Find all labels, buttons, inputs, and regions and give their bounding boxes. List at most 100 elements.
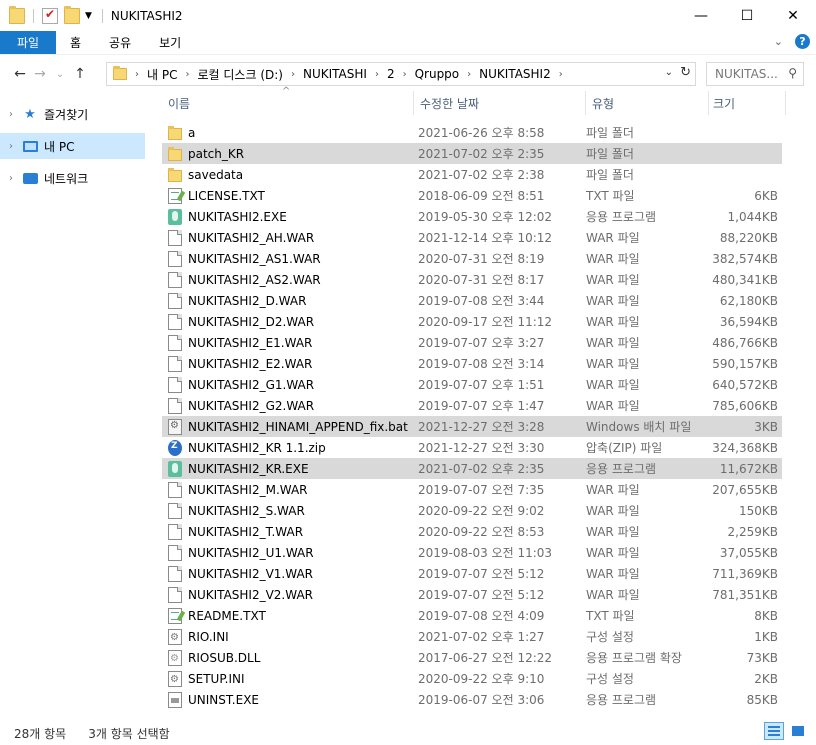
breadcrumb-item[interactable]: 로컬 디스크 (D:) <box>197 66 282 83</box>
close-button[interactable]: ✕ <box>770 0 816 31</box>
file-row[interactable]: NUKITASHI2_HINAMI_APPEND_fix.bat 2021-12-… <box>162 416 782 437</box>
file-row[interactable]: NUKITASHI2_G1.WAR 2019-07-07 오후 1:51 WAR 파… <box>162 374 782 395</box>
file-list: a 2021-06-26 오후 8:58 파일 폴더 patch_KR 2021-07-… <box>162 122 782 710</box>
chevron-right-icon[interactable]: › <box>403 69 407 80</box>
file-row[interactable]: NUKITASHI2_D.WAR 2019-07-08 오전 3:44 WAR 파일… <box>162 290 782 311</box>
tab-share[interactable]: 공유 <box>95 31 145 54</box>
help-icon[interactable]: ? <box>795 34 810 49</box>
tab-home[interactable]: 홈 <box>56 31 95 54</box>
column-header-type[interactable]: 유형 <box>586 91 709 115</box>
file-row[interactable]: RIOSUB.DLL 2017-06-27 오전 12:22 응용 프로그램 확장 7… <box>162 647 782 668</box>
properties-icon[interactable] <box>42 7 58 24</box>
file-type: WAR 파일 <box>586 378 640 392</box>
refresh-icon[interactable]: ↻ <box>680 65 691 80</box>
address-bar[interactable]: › 내 PC › 로컬 디스크 (D:) › NUKITASHI › 2 › Q… <box>106 62 696 86</box>
chevron-right-icon[interactable]: › <box>135 69 139 80</box>
nav-item-network[interactable]: › 네트워크 <box>0 165 152 191</box>
file-row[interactable]: NUKITASHI2.EXE 2019-05-30 오후 12:02 응용 프로그램… <box>162 206 782 227</box>
customize-dropdown-icon[interactable]: ▼ <box>85 11 92 21</box>
file-row[interactable]: NUKITASHI2_G2.WAR 2019-07-07 오후 1:47 WAR 파… <box>162 395 782 416</box>
file-row[interactable]: NUKITASHI2_S.WAR 2020-09-22 오전 9:02 WAR 파일… <box>162 500 782 521</box>
folder-icon <box>9 5 25 24</box>
file-name-cell: LICENSE.TXT <box>162 187 414 204</box>
chevron-right-icon[interactable]: › <box>185 69 189 80</box>
breadcrumb-item[interactable]: NUKITASHI <box>303 67 367 81</box>
maximize-button[interactable]: ☐ <box>724 0 770 31</box>
column-header-size[interactable]: 크기 <box>709 91 786 115</box>
file-row[interactable]: NUKITASHI2_D2.WAR 2020-09-17 오전 11:12 WAR … <box>162 311 782 332</box>
breadcrumb-item[interactable]: Qruppo <box>415 67 460 81</box>
file-name: NUKITASHI2_D2.WAR <box>188 314 315 329</box>
file-row[interactable]: NUKITASHI2_AH.WAR 2021-12-14 오후 10:12 WAR … <box>162 227 782 248</box>
file-row[interactable]: NUKITASHI2_U1.WAR 2019-08-03 오전 11:03 WAR … <box>162 542 782 563</box>
expand-icon[interactable]: › <box>0 141 22 152</box>
divider <box>101 8 103 23</box>
details-view-button[interactable] <box>764 722 784 740</box>
file-type: WAR 파일 <box>586 336 640 350</box>
file-date: 2021-07-02 오후 2:38 <box>418 168 545 182</box>
file-row[interactable]: UNINST.EXE 2019-06-07 오전 3:06 응용 프로그램 85KB <box>162 689 782 710</box>
up-button[interactable]: ↑ <box>70 66 90 82</box>
breadcrumb-item[interactable]: NUKITASHI2 <box>479 67 551 81</box>
file-row[interactable]: NUKITASHI2_KR.EXE 2021-07-02 오후 2:35 응용 프로… <box>162 458 782 479</box>
file-name: README.TXT <box>188 608 266 623</box>
forward-button[interactable]: → <box>30 66 50 82</box>
breadcrumb-item[interactable]: 내 PC <box>147 66 177 83</box>
file-name: RIOSUB.DLL <box>188 650 261 665</box>
file-date: 2020-09-22 오전 8:53 <box>418 525 545 539</box>
file-explorer-window: ▼ NUKITASHI2 — ☐ ✕ 파일 홈 공유 보기 ⌄ ? ← → ⌄ … <box>0 0 816 745</box>
file-name-cell: NUKITASHI2_E1.WAR <box>162 334 414 351</box>
chevron-right-icon[interactable]: › <box>375 69 379 80</box>
file-row[interactable]: LICENSE.TXT 2018-06-09 오전 8:51 TXT 파일 6KB <box>162 185 782 206</box>
file-row[interactable]: NUKITASHI2_T.WAR 2020-09-22 오전 8:53 WAR 파일… <box>162 521 782 542</box>
expand-icon[interactable]: › <box>0 173 22 184</box>
file-name: NUKITASHI2_M.WAR <box>188 482 308 497</box>
file-row[interactable]: patch_KR 2021-07-02 오후 2:35 파일 폴더 <box>162 143 782 164</box>
file-row[interactable]: a 2021-06-26 오후 8:58 파일 폴더 <box>162 122 782 143</box>
column-headers: ^ 이름 수정한 날짜 유형 크기 <box>162 86 790 115</box>
large-icons-view-button[interactable] <box>788 722 808 740</box>
file-name-cell: NUKITASHI2_D2.WAR <box>162 313 414 330</box>
file-row[interactable]: NUKITASHI2_V1.WAR 2019-07-07 오전 5:12 WAR 파… <box>162 563 782 584</box>
file-row[interactable]: NUKITASHI2_E1.WAR 2019-07-07 오후 3:27 WAR 파… <box>162 332 782 353</box>
recent-locations-icon[interactable]: ⌄ <box>50 69 70 80</box>
file-row[interactable]: NUKITASHI2_E2.WAR 2019-07-08 오전 3:14 WAR 파… <box>162 353 782 374</box>
file-size: 88,220KB <box>719 230 778 245</box>
minimize-button[interactable]: — <box>678 0 724 31</box>
new-folder-icon[interactable] <box>64 5 80 24</box>
file-size: 1KB <box>754 629 778 644</box>
nav-item-quick-access[interactable]: › ★ 즐겨찾기 <box>0 101 152 127</box>
file-row[interactable]: savedata 2021-07-02 오후 2:38 파일 폴더 <box>162 164 782 185</box>
chevron-right-icon[interactable]: › <box>467 69 471 80</box>
address-dropdown-icon[interactable]: ⌄ <box>665 67 673 78</box>
file-name: NUKITASHI2_AH.WAR <box>188 230 315 245</box>
chevron-right-icon[interactable]: › <box>559 69 563 80</box>
breadcrumb-item[interactable]: 2 <box>387 67 395 81</box>
file-name-cell: NUKITASHI2_T.WAR <box>162 523 414 540</box>
column-header-date[interactable]: 수정한 날짜 <box>414 91 586 115</box>
file-size: 11,672KB <box>719 461 778 476</box>
tab-file[interactable]: 파일 <box>0 31 56 54</box>
file-name-cell: NUKITASHI2.EXE <box>162 208 414 225</box>
tab-view[interactable]: 보기 <box>145 31 195 54</box>
file-row[interactable]: NUKITASHI2_KR 1.1.zip 2021-12-27 오전 3:30 압… <box>162 437 782 458</box>
file-row[interactable]: RIO.INI 2021-07-02 오후 1:27 구성 설정 1KB <box>162 626 782 647</box>
file-size: 480,341KB <box>712 272 778 287</box>
column-header-name[interactable]: ^ 이름 <box>162 86 414 115</box>
view-toggle <box>764 722 808 740</box>
file-icon <box>168 586 182 603</box>
file-row[interactable]: SETUP.INI 2020-09-22 오후 9:10 구성 설정 2KB <box>162 668 782 689</box>
chevron-right-icon[interactable]: › <box>291 69 295 80</box>
file-size: 2KB <box>754 671 778 686</box>
file-row[interactable]: NUKITASHI2_AS2.WAR 2020-07-31 오전 8:17 WAR … <box>162 269 782 290</box>
file-row[interactable]: NUKITASHI2_AS1.WAR 2020-07-31 오전 8:19 WAR … <box>162 248 782 269</box>
nav-item-this-pc[interactable]: › 내 PC <box>0 133 145 159</box>
search-input[interactable]: NUKITAS... ⚲ <box>706 62 804 86</box>
expand-ribbon-icon[interactable]: ⌄ <box>774 35 783 48</box>
file-row[interactable]: NUKITASHI2_V2.WAR 2019-07-07 오전 5:12 WAR 파… <box>162 584 782 605</box>
file-icon <box>168 355 182 372</box>
back-button[interactable]: ← <box>10 66 30 82</box>
file-row[interactable]: NUKITASHI2_M.WAR 2019-07-07 오전 7:35 WAR 파일… <box>162 479 782 500</box>
file-row[interactable]: README.TXT 2019-07-08 오전 4:09 TXT 파일 8KB <box>162 605 782 626</box>
expand-icon[interactable]: › <box>0 109 22 120</box>
